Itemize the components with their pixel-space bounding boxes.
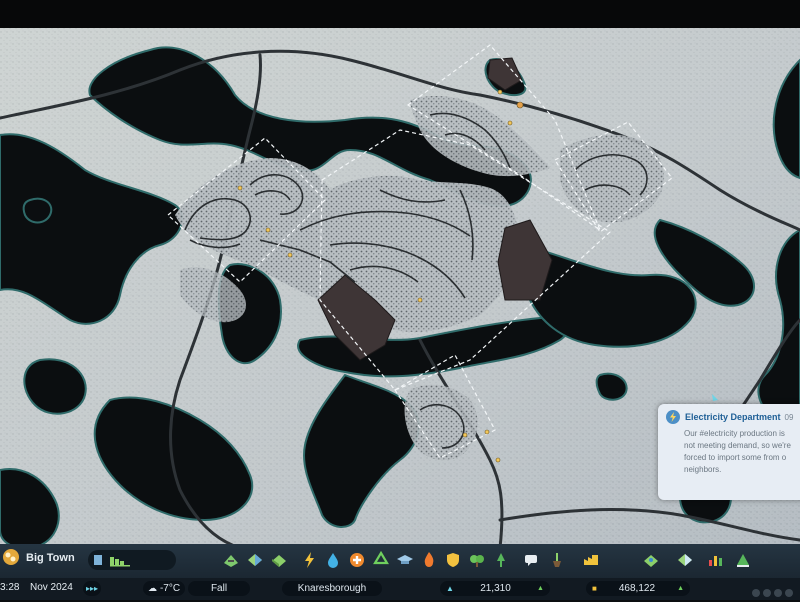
notification-line: not meeting demand, so we're	[684, 441, 791, 450]
zoning-icon[interactable]	[246, 551, 264, 569]
economy-icon[interactable]	[582, 551, 600, 569]
weather-indicator[interactable]: ☁ -7°C	[143, 581, 185, 596]
money-icon: ■	[592, 584, 597, 593]
progression-icon[interactable]	[734, 551, 752, 569]
quick-action-dot[interactable]	[752, 589, 760, 597]
garbage-icon[interactable]	[372, 551, 390, 569]
city-name[interactable]: Big Town	[26, 552, 75, 564]
electricity-icon[interactable]	[300, 551, 318, 569]
population-graph-chip[interactable]	[88, 550, 176, 570]
season-indicator[interactable]: Fall	[188, 581, 250, 596]
simulation-speed-button[interactable]: ▸▸▸	[83, 581, 101, 596]
transport-icon[interactable]	[548, 551, 566, 569]
notification-line: neighbors.	[684, 465, 722, 474]
roads-icon[interactable]	[222, 551, 240, 569]
map-tiles-icon[interactable]	[642, 551, 660, 569]
population-counter[interactable]: ▲ 21,310 ▲	[440, 581, 550, 596]
communications-icon[interactable]	[492, 551, 510, 569]
service-toolbar	[222, 549, 762, 573]
quick-action-dot[interactable]	[763, 589, 771, 597]
game-date: Nov 2024	[30, 582, 73, 593]
landscaping-icon[interactable]	[522, 551, 540, 569]
money-value: 468,122	[618, 583, 656, 594]
parks-icon[interactable]	[468, 551, 486, 569]
fire-icon[interactable]	[420, 551, 438, 569]
statistics-icon[interactable]	[706, 551, 724, 569]
notification-time: 09	[784, 412, 794, 422]
health-icon[interactable]	[348, 551, 366, 569]
info-views-icon[interactable]	[676, 551, 694, 569]
quick-action-dot[interactable]	[774, 589, 782, 597]
money-counter[interactable]: ■ 468,122 ▲	[586, 581, 690, 596]
city-logo-icon[interactable]	[2, 548, 20, 566]
notification-line: Our #electricity production is	[684, 429, 785, 438]
money-trend-icon: ▲	[677, 585, 684, 592]
district-name[interactable]: Knaresborough	[282, 581, 382, 596]
notification-line: forced to import some from o	[684, 453, 787, 462]
police-icon[interactable]	[444, 551, 462, 569]
electricity-notification[interactable]: Electricity Department 09 Our #electrici…	[658, 404, 800, 500]
notification-body: Our #electricity production is not meeti…	[658, 428, 800, 476]
quick-action-dot[interactable]	[785, 589, 793, 597]
notification-title: Electricity Department	[685, 412, 781, 422]
temperature: -7°C	[159, 583, 181, 594]
area-icon[interactable]	[270, 551, 288, 569]
weather-icon: ☁	[147, 583, 157, 593]
water-icon[interactable]	[324, 551, 342, 569]
city-growth-icon	[94, 555, 130, 567]
electricity-icon	[666, 410, 680, 424]
game-time: 3:28	[0, 582, 20, 593]
city-map-view[interactable]	[0, 0, 800, 600]
population-icon: ▲	[446, 584, 454, 593]
population-value: 21,310	[480, 583, 511, 594]
population-trend-icon: ▲	[537, 585, 544, 592]
education-icon[interactable]	[396, 551, 414, 569]
quick-action-buttons[interactable]	[752, 584, 796, 602]
